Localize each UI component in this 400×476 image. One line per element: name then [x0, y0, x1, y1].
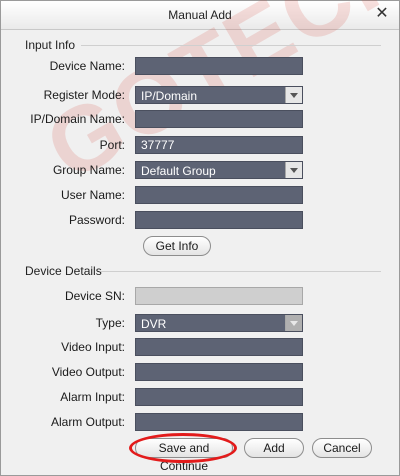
register-mode-row: Register Mode: IP/Domain [1, 85, 399, 105]
password-row: Password: [1, 210, 399, 230]
ip-domain-input[interactable] [135, 110, 303, 128]
chevron-down-icon[interactable] [285, 315, 302, 331]
group-name-select[interactable]: Default Group [135, 161, 303, 179]
video-output-field[interactable] [135, 363, 303, 381]
type-select[interactable]: DVR [135, 314, 303, 332]
title-bar[interactable]: Manual Add ✕ [1, 1, 399, 30]
device-name-label: Device Name: [49, 59, 125, 73]
user-name-row: User Name: [1, 185, 399, 205]
video-output-row: Video Output: [1, 362, 399, 382]
ip-domain-row: IP/Domain Name: [1, 109, 399, 129]
add-button[interactable]: Add [244, 438, 304, 458]
user-name-label: User Name: [60, 188, 125, 202]
port-row: Port: [1, 135, 399, 155]
device-sn-input [135, 287, 303, 305]
register-mode-label: Register Mode: [43, 88, 125, 102]
alarm-input-label: Alarm Input: [60, 390, 125, 404]
get-info-button[interactable]: Get Info [143, 236, 211, 256]
dialog-title: Manual Add [168, 8, 232, 22]
register-mode-value: IP/Domain [141, 89, 198, 103]
input-info-header: Input Info [25, 38, 76, 52]
password-label: Password: [68, 213, 125, 227]
device-name-row: Device Name: [1, 56, 399, 76]
ip-domain-label: IP/Domain Name: [30, 112, 125, 126]
alarm-input-field[interactable] [135, 388, 303, 406]
port-label: Port: [99, 138, 125, 152]
close-icon[interactable]: ✕ [374, 5, 390, 23]
alarm-output-field[interactable] [135, 413, 303, 431]
type-label: Type: [95, 316, 125, 330]
input-info-divider [81, 45, 381, 46]
device-details-header: Device Details [25, 264, 102, 278]
cancel-button[interactable]: Cancel [312, 438, 372, 458]
group-name-label: Group Name: [52, 163, 125, 177]
alarm-output-row: Alarm Output: [1, 412, 399, 432]
device-sn-label: Device SN: [64, 289, 125, 303]
manual-add-dialog: Manual Add ✕ GOTECH Input Info Device Na… [0, 0, 400, 476]
group-name-value: Default Group [141, 164, 216, 178]
video-input-row: Video Input: [1, 337, 399, 357]
password-input[interactable] [135, 211, 303, 229]
device-details-divider [101, 271, 381, 272]
port-input[interactable] [135, 136, 303, 154]
type-row: Type: DVR [1, 313, 399, 333]
save-and-continue-highlight [129, 433, 237, 463]
video-input-field[interactable] [135, 338, 303, 356]
user-name-input[interactable] [135, 186, 303, 204]
video-output-label: Video Output: [51, 365, 125, 379]
chevron-down-icon[interactable] [285, 87, 302, 103]
group-name-row: Group Name: Default Group [1, 160, 399, 180]
type-value: DVR [141, 317, 167, 331]
alarm-output-label: Alarm Output: [50, 415, 125, 429]
chevron-down-icon[interactable] [285, 162, 302, 178]
video-input-label: Video Input: [61, 340, 125, 354]
device-name-input[interactable] [135, 57, 303, 75]
register-mode-select[interactable]: IP/Domain [135, 86, 303, 104]
device-sn-row: Device SN: [1, 286, 399, 306]
alarm-input-row: Alarm Input: [1, 387, 399, 407]
